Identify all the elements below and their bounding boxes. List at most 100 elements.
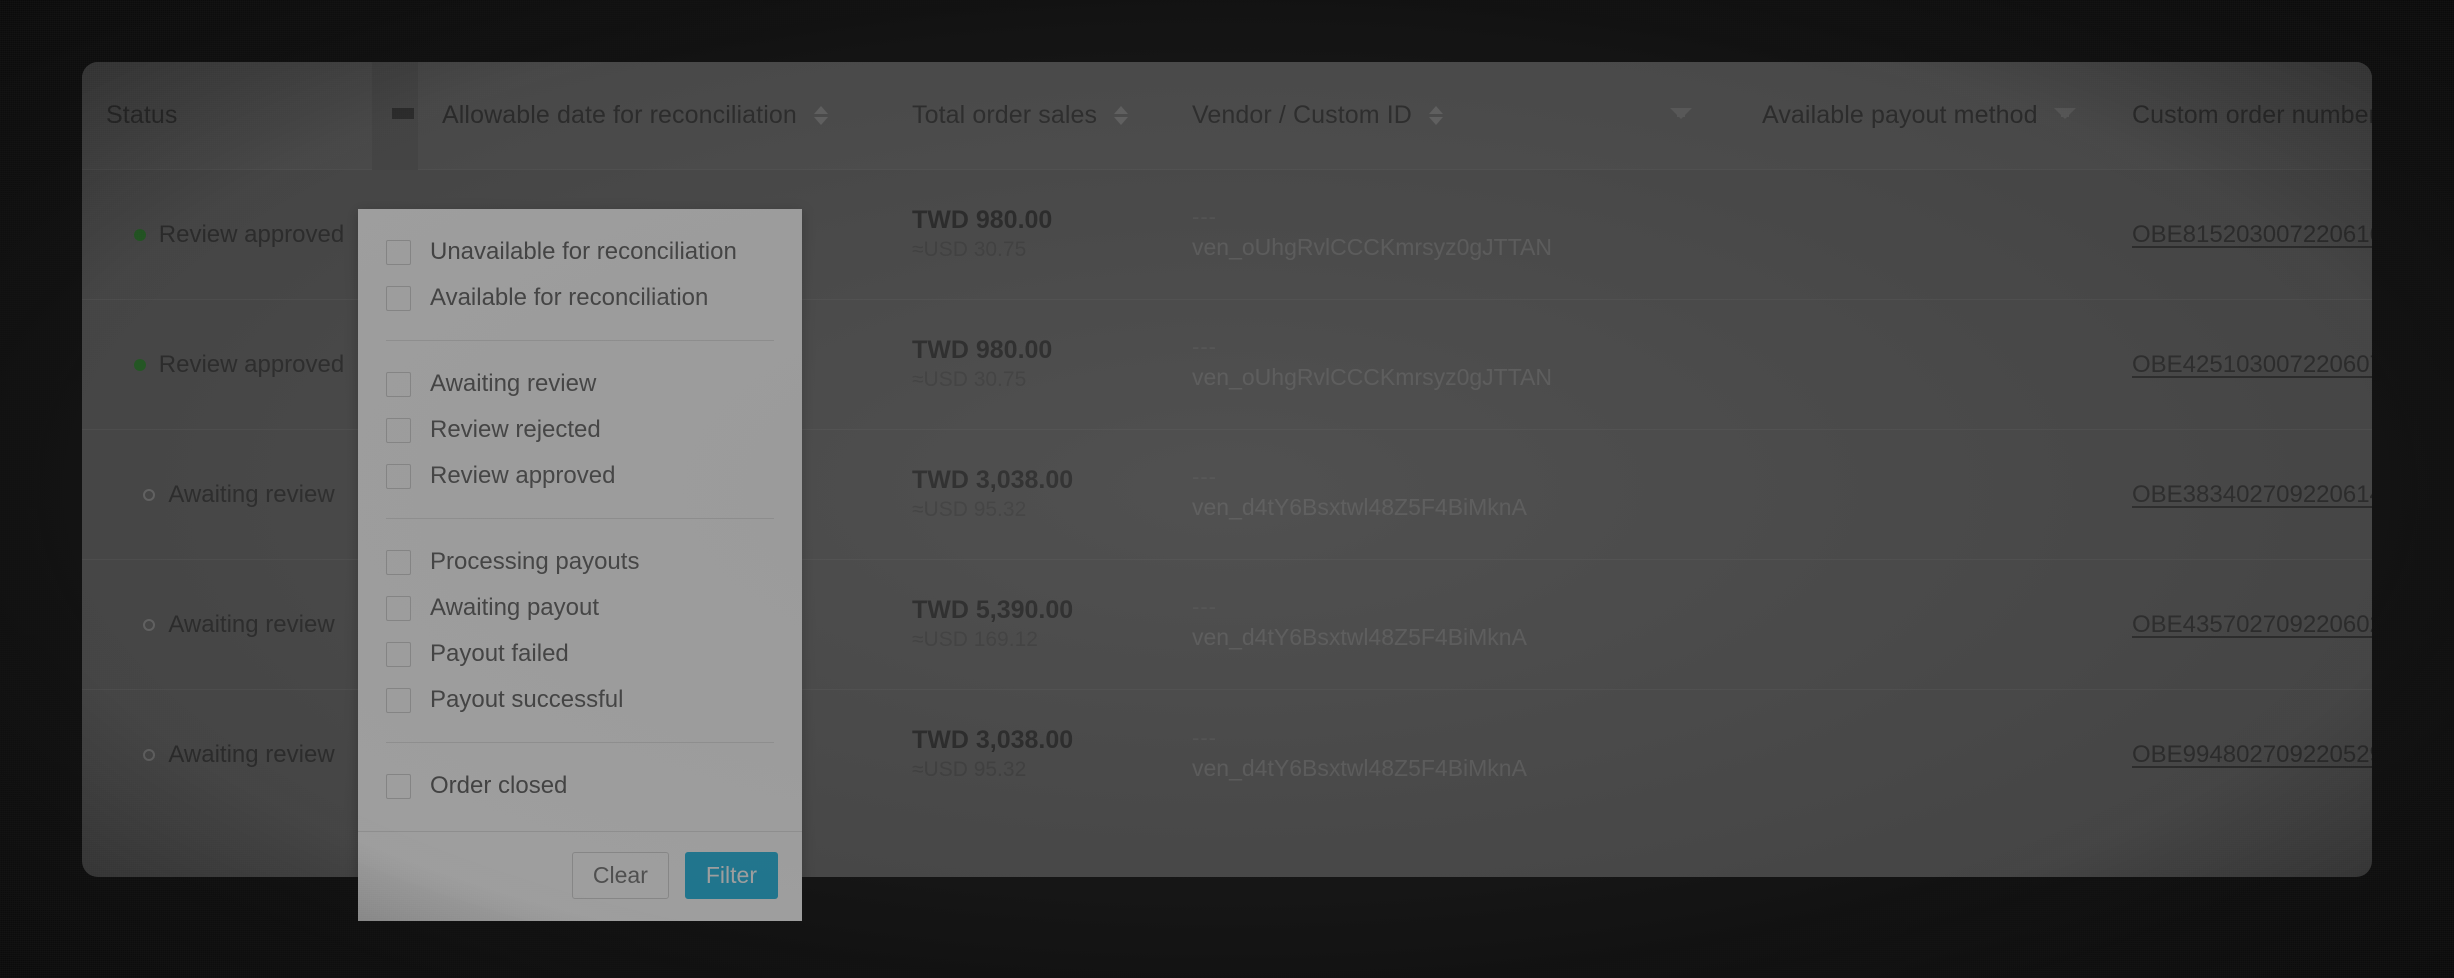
screen-root: Status Allowable date for reconciliation… bbox=[0, 0, 2454, 978]
status-filter-option[interactable]: Awaiting payout bbox=[386, 585, 774, 631]
cell-total-amount: TWD 5,390.00 bbox=[912, 595, 1074, 624]
cell-vendor-id: ven_d4tY6Bsxtwl48Z5F4BiMknA bbox=[1192, 624, 1527, 651]
column-header-custom-order-number-label: Custom order number bbox=[2132, 101, 2372, 129]
checkbox-icon[interactable] bbox=[386, 417, 411, 443]
column-header-status[interactable]: Status bbox=[82, 62, 372, 170]
checkbox-icon[interactable] bbox=[386, 285, 411, 311]
status-filter-option[interactable]: Order closed bbox=[386, 763, 774, 809]
checkbox-icon[interactable] bbox=[386, 687, 411, 713]
status-filter-option-label: Available for reconciliation bbox=[430, 284, 709, 311]
column-header-custom-order-number[interactable]: Custom order number bbox=[2108, 62, 2372, 170]
clear-button[interactable]: Clear bbox=[571, 852, 669, 900]
status-filter-option[interactable]: Payout successful bbox=[386, 677, 774, 723]
funnel-filter-icon bbox=[392, 105, 414, 127]
status-filter-option-label: Awaiting review bbox=[430, 370, 597, 397]
status-dot-green-icon bbox=[133, 358, 146, 371]
status-filter-group: Processing payouts Awaiting payout Payout … bbox=[386, 519, 774, 743]
column-filter-status-button[interactable] bbox=[372, 62, 418, 170]
status-filter-option-label: Unavailable for reconciliation bbox=[430, 238, 737, 265]
status-dot-green-icon bbox=[133, 228, 146, 241]
cell-custom-order-number: OBE81520300722061601 bbox=[2108, 170, 2372, 300]
status-filter-option[interactable]: Review rejected bbox=[386, 407, 774, 453]
cell-vendor-filter-spacer bbox=[1608, 560, 1738, 690]
status-filter-option[interactable]: Available for reconciliation bbox=[386, 275, 774, 321]
order-number-link[interactable]: OBE81520300722061601 bbox=[2132, 221, 2372, 249]
status-filter-group: Unavailable for reconciliation Available … bbox=[386, 209, 774, 341]
cell-vendor-name: --- bbox=[1192, 204, 1217, 230]
cell-total-amount: TWD 3,038.00 bbox=[912, 465, 1074, 494]
order-number-link[interactable]: OBE38340270922061404 bbox=[2132, 481, 2372, 509]
column-filter-vendor-button[interactable] bbox=[1608, 62, 1738, 170]
status-filter-option-label: Processing payouts bbox=[430, 548, 640, 575]
cell-status: Awaiting review bbox=[82, 690, 372, 820]
cell-vendor-filter-spacer bbox=[1608, 170, 1738, 300]
status-filter-actions: Clear Filter bbox=[358, 831, 802, 921]
column-header-total-order-sales[interactable]: Total order sales bbox=[888, 62, 1168, 170]
status-filter-option-label: Review rejected bbox=[430, 416, 601, 443]
checkbox-icon[interactable] bbox=[386, 549, 411, 575]
checkbox-icon[interactable] bbox=[386, 371, 411, 397]
column-header-vendor-custom-id[interactable]: Vendor / Custom ID bbox=[1168, 62, 1608, 170]
cell-vendor-filter-spacer bbox=[1608, 300, 1738, 430]
cell-status: Awaiting review bbox=[82, 430, 372, 560]
checkbox-icon[interactable] bbox=[386, 595, 411, 621]
cell-total-amount: TWD 980.00 bbox=[912, 335, 1053, 364]
status-filter-option[interactable]: Payout failed bbox=[386, 631, 774, 677]
cell-status-label: Awaiting review bbox=[168, 741, 335, 768]
checkbox-icon[interactable] bbox=[386, 239, 411, 265]
sort-arrows-icon[interactable] bbox=[813, 106, 829, 125]
cell-available-payout-method bbox=[1738, 690, 2108, 820]
cell-total-amount-usd: ≈USD 30.75 bbox=[912, 367, 1027, 391]
column-header-status-label: Status bbox=[106, 101, 178, 129]
cell-total-order-sales: TWD 980.00 ≈USD 30.75 bbox=[888, 300, 1168, 430]
cell-custom-order-number: OBE99480270922052907 bbox=[2108, 690, 2372, 820]
cell-vendor-filter-spacer bbox=[1608, 690, 1738, 820]
cell-vendor-custom-id: --- ven_d4tY6Bsxtwl48Z5F4BiMknA bbox=[1168, 560, 1608, 690]
order-number-link[interactable]: OBE43570270922060206 bbox=[2132, 611, 2372, 639]
cell-total-amount: TWD 3,038.00 bbox=[912, 726, 1074, 755]
cell-total-order-sales: TWD 5,390.00 ≈USD 169.12 bbox=[888, 560, 1168, 690]
cell-available-payout-method bbox=[1738, 170, 2108, 300]
cell-total-order-sales: TWD 3,038.00 ≈USD 95.32 bbox=[888, 430, 1168, 560]
column-header-allowable-date[interactable]: Allowable date for reconciliation bbox=[418, 62, 888, 170]
order-number-link[interactable]: OBE42510300722060701 bbox=[2132, 351, 2372, 379]
cell-vendor-custom-id: --- ven_d4tY6Bsxtwl48Z5F4BiMknA bbox=[1168, 690, 1608, 820]
cell-vendor-id: ven_oUhgRvlCCCKmrsyz0gJTTAN bbox=[1192, 234, 1552, 261]
status-filter-option-label: Awaiting payout bbox=[430, 594, 600, 621]
cell-status: Review approved bbox=[82, 170, 372, 300]
cell-total-order-sales: TWD 980.00 ≈USD 30.75 bbox=[888, 170, 1168, 300]
cell-vendor-custom-id: --- ven_d4tY6Bsxtwl48Z5F4BiMknA bbox=[1168, 430, 1608, 560]
status-filter-dropdown[interactable]: Unavailable for reconciliation Available … bbox=[358, 209, 802, 922]
cell-vendor-id: ven_d4tY6Bsxtwl48Z5F4BiMknA bbox=[1192, 494, 1527, 521]
status-filter-option-label: Order closed bbox=[430, 772, 568, 799]
checkbox-icon[interactable] bbox=[386, 463, 411, 489]
funnel-filter-icon[interactable] bbox=[2053, 105, 2076, 127]
checkbox-icon[interactable] bbox=[386, 641, 411, 667]
status-filter-option[interactable]: Unavailable for reconciliation bbox=[386, 229, 774, 275]
cell-total-amount-usd: ≈USD 30.75 bbox=[912, 237, 1027, 261]
status-filter-group: Awaiting review Review rejected Review app… bbox=[386, 341, 774, 519]
checkbox-icon[interactable] bbox=[386, 773, 411, 799]
status-dot-hollow-icon bbox=[143, 618, 156, 631]
cell-custom-order-number: OBE38340270922061404 bbox=[2108, 430, 2372, 560]
column-header-available-payout-method[interactable]: Available payout method bbox=[1738, 62, 2108, 170]
cell-custom-order-number: OBE43570270922060206 bbox=[2108, 560, 2372, 690]
cell-total-order-sales: TWD 3,038.00 ≈USD 95.32 bbox=[888, 690, 1168, 820]
filter-button[interactable]: Filter bbox=[684, 852, 778, 900]
status-filter-option-label: Payout failed bbox=[430, 640, 569, 667]
column-header-vendor-custom-id-label: Vendor / Custom ID bbox=[1192, 101, 1412, 129]
status-filter-option[interactable]: Review approved bbox=[386, 453, 774, 499]
sort-arrows-icon[interactable] bbox=[1113, 106, 1129, 125]
cell-vendor-name: --- bbox=[1192, 594, 1217, 620]
status-filter-option[interactable]: Awaiting review bbox=[386, 361, 774, 407]
cell-vendor-name: --- bbox=[1192, 334, 1217, 360]
cell-available-payout-method bbox=[1738, 300, 2108, 430]
status-filter-option[interactable]: Processing payouts bbox=[386, 539, 774, 585]
column-header-allowable-date-label: Allowable date for reconciliation bbox=[442, 101, 797, 129]
order-number-link[interactable]: OBE99480270922052907 bbox=[2132, 741, 2372, 769]
sort-arrows-icon[interactable] bbox=[1428, 106, 1444, 125]
cell-vendor-name: --- bbox=[1192, 724, 1217, 750]
cell-status: Review approved bbox=[82, 300, 372, 430]
cell-available-payout-method bbox=[1738, 430, 2108, 560]
cell-vendor-filter-spacer bbox=[1608, 430, 1738, 560]
